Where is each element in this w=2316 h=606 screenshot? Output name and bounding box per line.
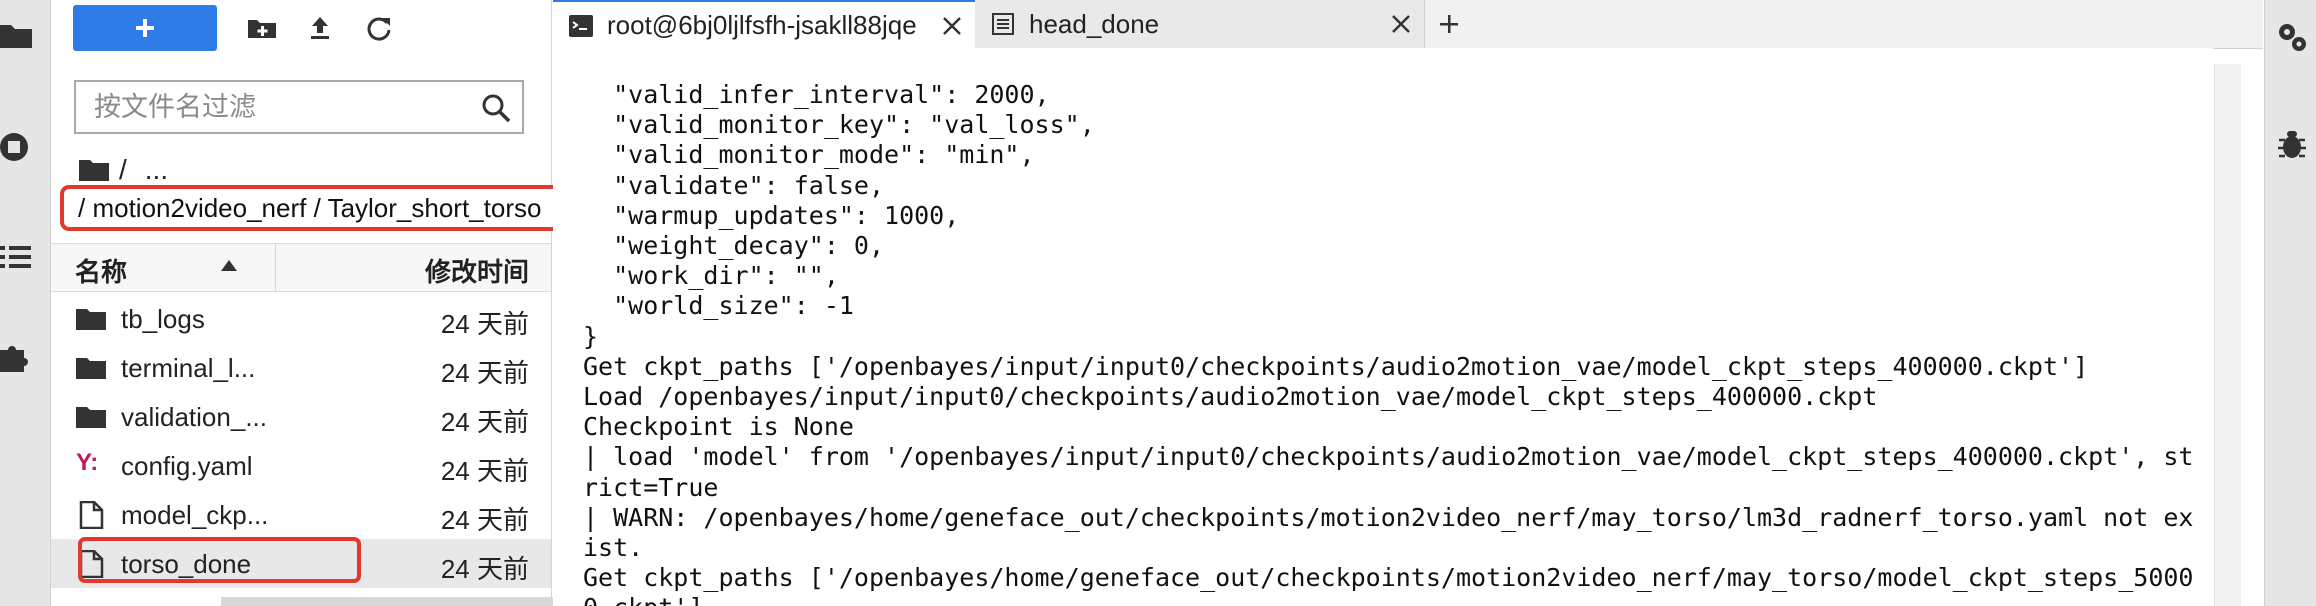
tab-terminal[interactable]: root@6bj0ljlfsfh-jsakll88jqe (553, 0, 975, 49)
breadcrumb-ellipsis[interactable]: ... (145, 154, 168, 186)
plus-icon (136, 19, 154, 37)
file-row[interactable]: terminal_l... 24 天前 (51, 343, 551, 392)
stop-circle-icon[interactable] (0, 130, 34, 164)
folder-icon (76, 309, 106, 330)
sort-ascending-icon[interactable] (221, 260, 237, 271)
file-modified: 24 天前 (440, 309, 529, 339)
terminal-text: "valid_infer_interval": 2000, "valid_mon… (583, 80, 2194, 606)
text-file-icon (992, 13, 1014, 35)
puzzle-icon[interactable] (0, 340, 34, 374)
current-path: / motion2video_nerf / Taylor_short_torso (60, 185, 595, 231)
add-tab-button[interactable] (1425, 0, 1473, 48)
plus-icon (1440, 15, 1458, 33)
filter-input[interactable] (76, 82, 484, 132)
horizontal-scrollbar[interactable] (221, 597, 601, 606)
tab-label: head_done (1029, 8, 1160, 39)
filter-field[interactable] (74, 80, 524, 134)
file-name: validation_... (121, 402, 267, 432)
tab-bar: root@6bj0ljlfsfh-jsakll88jqe head_done (553, 0, 2263, 49)
file-browser: / ... / motion2video_nerf / Taylor_short… (51, 0, 601, 606)
file-modified: 24 天前 (440, 358, 529, 388)
activity-bar (0, 0, 51, 606)
file-list-header: 名称 修改时间 (51, 243, 551, 292)
file-modified: 24 天前 (440, 505, 529, 535)
folder-icon (76, 358, 106, 379)
breadcrumb-root[interactable]: / (119, 154, 127, 186)
settings-gears-icon[interactable] (2275, 20, 2309, 54)
bug-icon[interactable] (2275, 128, 2309, 162)
column-header-modified[interactable]: 修改时间 (425, 252, 529, 289)
folder-icon[interactable] (79, 157, 109, 183)
main-area: root@6bj0ljlfsfh-jsakll88jqe head_done "… (553, 0, 2263, 606)
terminal-output[interactable]: "valid_infer_interval": 2000, "valid_mon… (553, 48, 2213, 606)
file-name: tb_logs (121, 304, 205, 334)
file-toolbar (51, 0, 551, 56)
file-name: terminal_l... (121, 353, 256, 383)
column-header-name[interactable]: 名称 (75, 252, 127, 289)
folder-icon[interactable] (0, 18, 34, 52)
file-row[interactable]: Y: config.yaml 24 天前 (51, 441, 551, 490)
new-launcher-button[interactable] (73, 5, 217, 51)
file-name: config.yaml (121, 451, 253, 481)
column-divider[interactable] (275, 244, 276, 291)
close-icon[interactable] (1390, 13, 1412, 35)
yaml-icon: Y: (76, 449, 99, 476)
vertical-scrollbar[interactable] (2214, 64, 2241, 606)
terminal-icon (569, 14, 593, 37)
file-modified: 24 天前 (440, 456, 529, 486)
search-icon[interactable] (480, 92, 512, 124)
file-row[interactable]: validation_... 24 天前 (51, 392, 551, 441)
file-modified: 24 天前 (440, 407, 529, 437)
new-folder-icon[interactable] (246, 12, 278, 44)
list-icon[interactable] (0, 240, 34, 274)
file-row[interactable]: tb_logs 24 天前 (51, 294, 551, 343)
folder-icon (76, 407, 106, 428)
file-name: model_ckp... (121, 500, 269, 530)
refresh-icon[interactable] (363, 12, 395, 44)
breadcrumb: / ... (79, 152, 168, 188)
file-row[interactable]: model_ckp... 24 天前 (51, 490, 551, 539)
tab-label: root@6bj0ljlfsfh-jsakll88jqe (607, 10, 917, 40)
right-sidebar (2264, 0, 2316, 606)
upload-icon[interactable] (304, 12, 336, 44)
file-modified: 24 天前 (440, 554, 529, 584)
annotation-highlight (78, 537, 361, 583)
tab-head-done[interactable]: head_done (975, 0, 1425, 48)
file-icon (79, 501, 104, 529)
close-icon[interactable] (941, 15, 963, 37)
